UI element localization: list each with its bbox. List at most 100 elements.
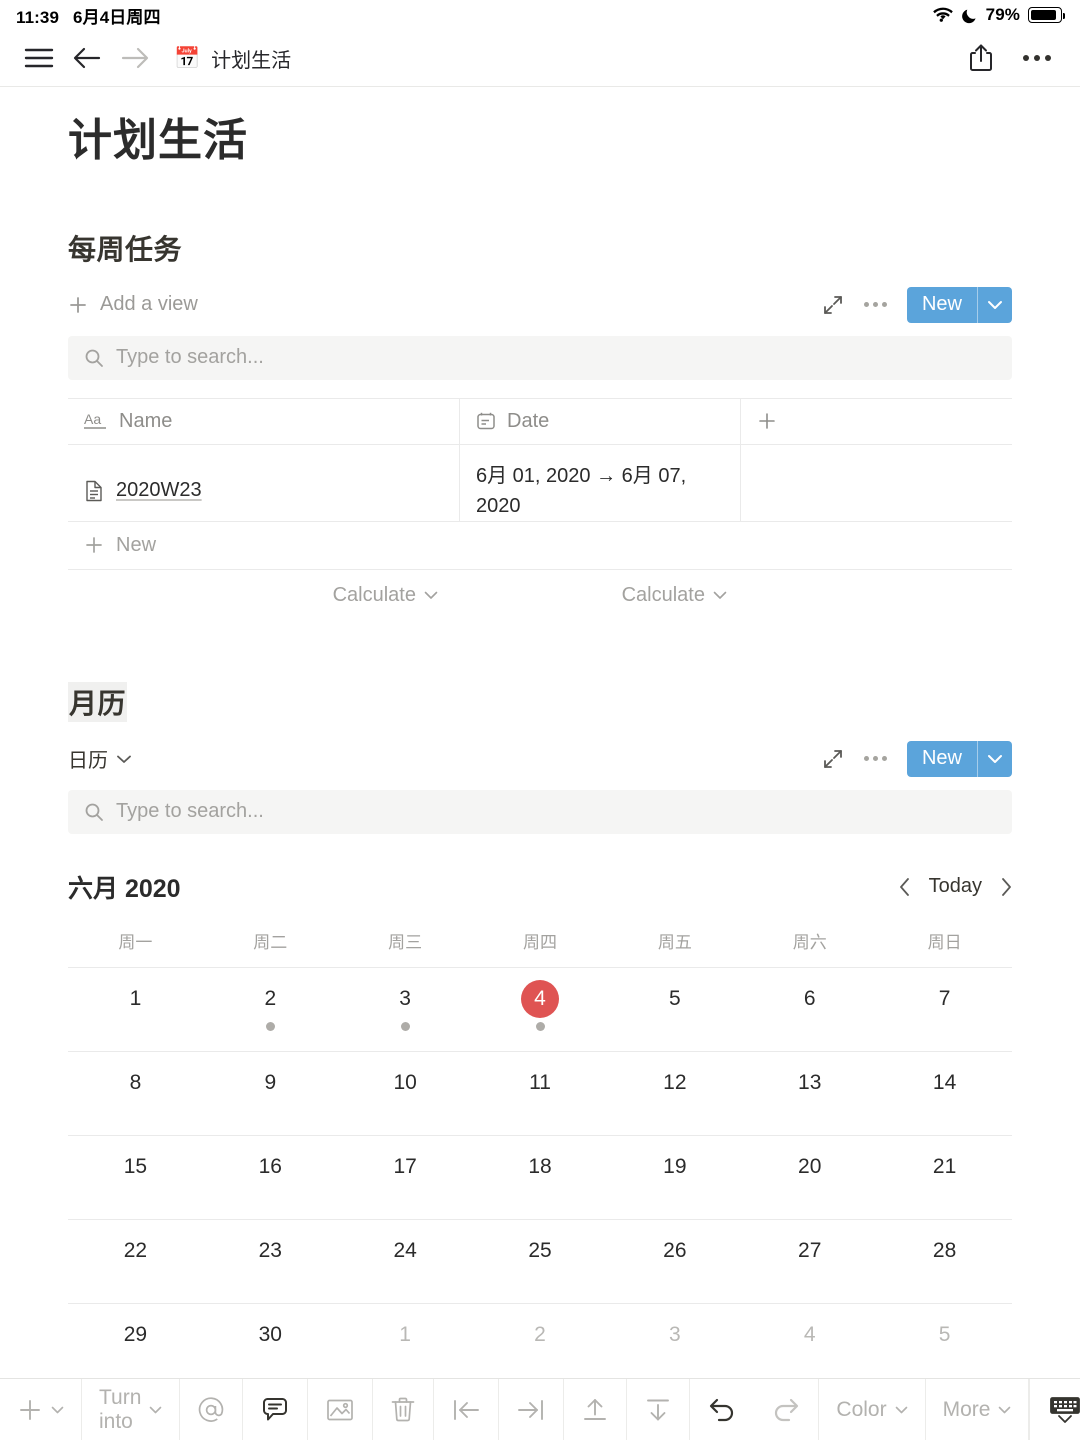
chevron-down-icon [51,1406,64,1414]
move-down-button[interactable] [627,1379,691,1440]
calendar-day-cell[interactable]: 30 [203,1304,338,1387]
calendar-day-cell[interactable]: 9 [203,1052,338,1135]
share-icon[interactable] [958,35,1004,81]
column-header-name[interactable]: Aa Name [68,398,460,445]
calendar-day-cell[interactable]: 4 [473,968,608,1051]
calendar-day-cell[interactable]: 17 [338,1136,473,1219]
turn-into-button[interactable]: Turn into [82,1379,181,1440]
comment-button[interactable] [243,1379,309,1440]
calendar-day-cell[interactable]: 11 [473,1052,608,1135]
more-horizontal-icon[interactable] [863,302,887,308]
outdent-button[interactable] [434,1379,500,1440]
calendar-day-cell[interactable]: 27 [742,1220,877,1303]
chevron-down-icon[interactable] [978,287,1012,323]
calendar-day-cell[interactable]: 1 [68,968,203,1051]
calendar-day-cell[interactable]: 24 [338,1220,473,1303]
outdent-icon [451,1398,481,1422]
keyboard-dismiss-button[interactable] [1030,1379,1080,1440]
weekday-label: 周二 [253,932,288,952]
today-button[interactable]: Today [929,875,982,898]
chevron-left-icon[interactable] [899,877,911,897]
calendar-day-cell[interactable]: 25 [473,1220,608,1303]
add-view-button[interactable]: Add a view [68,293,198,316]
arrow-right-icon[interactable] [112,35,158,81]
weekly-tasks-viewbar: Add a view New [68,286,1012,324]
monthly-calendar-search[interactable]: Type to search... [68,789,1012,834]
calendar-day-cell[interactable]: 23 [203,1220,338,1303]
color-button[interactable]: Color [819,1379,926,1440]
calendar-day-cell[interactable]: 1 [338,1304,473,1387]
search-input[interactable]: Type to search... [116,346,264,369]
search-input[interactable]: Type to search... [116,800,264,823]
calendar-day-cell[interactable]: 3 [338,968,473,1051]
more-horizontal-icon[interactable] [863,756,887,762]
calendar-day-cell[interactable]: 10 [338,1052,473,1135]
calendar-day-number: 10 [393,1070,417,1094]
new-button[interactable]: New [906,286,1012,323]
new-button[interactable]: New [906,740,1012,777]
cell-name-text[interactable]: 2020W23 [116,479,202,502]
weekly-tasks-search[interactable]: Type to search... [68,335,1012,380]
expand-icon[interactable] [822,294,844,316]
comment-icon [260,1396,290,1424]
calendar-day-cell[interactable]: 21 [877,1136,1012,1219]
calendar-day-cell[interactable]: 3 [607,1304,742,1387]
calendar-day-cell[interactable]: 8 [68,1052,203,1135]
expand-icon[interactable] [822,748,844,770]
cell-date[interactable]: 6月 01, 2020 → 6月 07, 2020 [460,444,741,522]
calendar-day-cell[interactable]: 26 [607,1220,742,1303]
calendar-day-cell[interactable]: 15 [68,1136,203,1219]
calendar-day-number: 28 [932,1238,957,1262]
calendar-day-cell[interactable]: 7 [877,968,1012,1051]
image-button[interactable] [308,1379,374,1440]
calendar-week-row: 15 16 17 18 19 20 21 [68,1136,1012,1220]
breadcrumb[interactable]: 📅 计划生活 [174,44,291,73]
delete-button[interactable] [373,1379,435,1440]
calendar-day-number: 4 [803,1322,816,1346]
calendar-day-number: 26 [663,1238,687,1262]
calendar-day-cell[interactable]: 13 [742,1052,877,1135]
move-up-button[interactable] [564,1379,628,1440]
table-calculate-row: Calculate Calculate [68,570,1012,622]
status-bar-left: 11:39 6月4日周四 [16,3,161,28]
mention-button[interactable] [180,1379,244,1440]
calendar-day-cell[interactable]: 5 [607,968,742,1051]
redo-button[interactable] [754,1379,820,1440]
calendar-day-cell[interactable]: 29 [68,1304,203,1387]
cell-name[interactable]: 2020W23 [68,444,460,522]
calculate-name-column[interactable]: Calculate [68,584,460,607]
calendar-day-cell[interactable]: 18 [473,1136,608,1219]
calendar-day-cell[interactable]: 20 [742,1136,877,1219]
calendar-day-cell[interactable]: 28 [877,1220,1012,1303]
calendar-day-cell[interactable]: 6 [742,968,877,1051]
hamburger-menu-icon[interactable] [16,35,62,81]
calendar-day-cell[interactable]: 12 [607,1052,742,1135]
add-block-button[interactable] [0,1379,82,1440]
calendar-day-cell[interactable]: 14 [877,1052,1012,1135]
table-new-row-button[interactable]: New [68,522,1012,570]
indent-button[interactable] [499,1379,565,1440]
chevron-down-icon[interactable] [978,741,1012,777]
calendar-day-cell[interactable]: 2 [203,968,338,1051]
calendar-day-cell[interactable]: 2 [473,1304,608,1387]
calculate-date-column[interactable]: Calculate [460,584,741,607]
calendar-day-number: 22 [123,1238,148,1262]
calendar-day-cell[interactable]: 22 [68,1220,203,1303]
add-column-button[interactable] [741,399,1012,445]
calendar-day-cell[interactable]: 16 [203,1136,338,1219]
calendar-view-selector[interactable]: 日历 [68,744,132,773]
table-row[interactable]: 2020W23 6月 01, 2020 → 6月 07, 2020 [68,444,1012,522]
calendar-day-cell[interactable]: 19 [607,1136,742,1219]
calendar-day-number: 12 [663,1070,687,1094]
calendar-day-cell[interactable]: 4 [742,1304,877,1387]
arrow-left-icon[interactable] [64,35,110,81]
chevron-right-icon[interactable] [1000,877,1012,897]
calendar-day-cell[interactable]: 5 [877,1304,1012,1387]
content-inner: 计划生活 每周任务 Add a view New Type to search.… [0,87,1080,1388]
more-button[interactable]: More [926,1379,1030,1440]
more-horizontal-icon[interactable] [1014,35,1060,81]
column-header-date[interactable]: Date [460,398,741,445]
chevron-down-icon [895,1406,908,1414]
calendar-week-row: 29 30 1 2 3 4 5 [68,1304,1012,1388]
undo-button[interactable] [690,1379,754,1440]
